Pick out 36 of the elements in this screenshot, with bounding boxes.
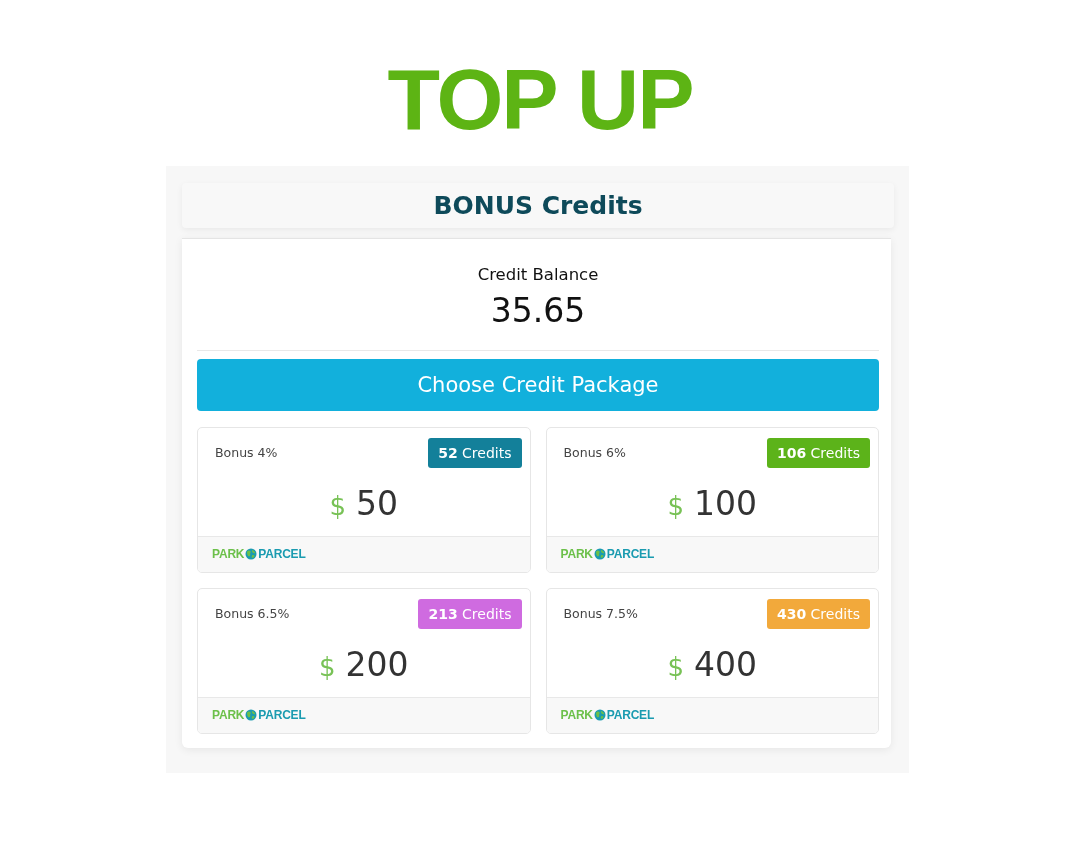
currency-symbol: $ bbox=[667, 490, 684, 521]
package-card[interactable]: Bonus 6% 106 Credits $ 100 PARK PARCEL bbox=[545, 426, 879, 573]
logo-word: PARK bbox=[212, 547, 245, 562]
globe-icon bbox=[593, 548, 606, 561]
price-amount: 100 bbox=[694, 482, 757, 525]
bonus-label: Bonus 6% bbox=[563, 445, 626, 461]
logo-word: PARCEL bbox=[606, 708, 655, 723]
balance-label: Credit Balance bbox=[477, 264, 599, 285]
package-card[interactable]: Bonus 4% 52 Credits $ 50 PARK PARCEL bbox=[197, 426, 531, 573]
credits-badge: 52 Credits bbox=[428, 437, 522, 468]
price-amount: 50 bbox=[356, 482, 398, 525]
panel-heading: BONUS Credits bbox=[433, 190, 643, 220]
logo-word: PARK bbox=[212, 708, 245, 723]
currency-symbol: $ bbox=[329, 490, 346, 521]
credits-badge: 430 Credits bbox=[766, 598, 870, 629]
price-amount: 400 bbox=[694, 643, 757, 686]
currency-symbol: $ bbox=[667, 651, 684, 682]
logo-word: PARCEL bbox=[258, 547, 306, 562]
currency-symbol: $ bbox=[318, 651, 336, 682]
bonus-label: Bonus 4% bbox=[215, 445, 278, 461]
logo-word: PARCEL bbox=[606, 547, 655, 562]
globe-icon bbox=[593, 709, 606, 722]
package-card[interactable]: Bonus 6.5% 213 Credits $ 200 PARK PARCEL bbox=[197, 587, 531, 734]
package-card[interactable]: Bonus 7.5% 430 Credits $ 400 PARK PARCEL bbox=[545, 587, 879, 734]
credits-badge: 213 Credits bbox=[418, 598, 522, 629]
bonus-label: Bonus 7.5% bbox=[563, 606, 638, 622]
balance-value: 35.65 bbox=[490, 290, 586, 331]
globe-icon bbox=[245, 548, 258, 561]
price-amount: 200 bbox=[345, 643, 409, 686]
credits-badge: 106 Credits bbox=[766, 437, 870, 468]
globe-icon bbox=[245, 709, 258, 722]
logo-word: PARK bbox=[560, 708, 593, 723]
page-title: TOP UP bbox=[387, 50, 693, 149]
logo-word: PARCEL bbox=[258, 708, 306, 723]
bonus-label: Bonus 6.5% bbox=[215, 606, 290, 622]
logo-word: PARK bbox=[560, 547, 593, 562]
